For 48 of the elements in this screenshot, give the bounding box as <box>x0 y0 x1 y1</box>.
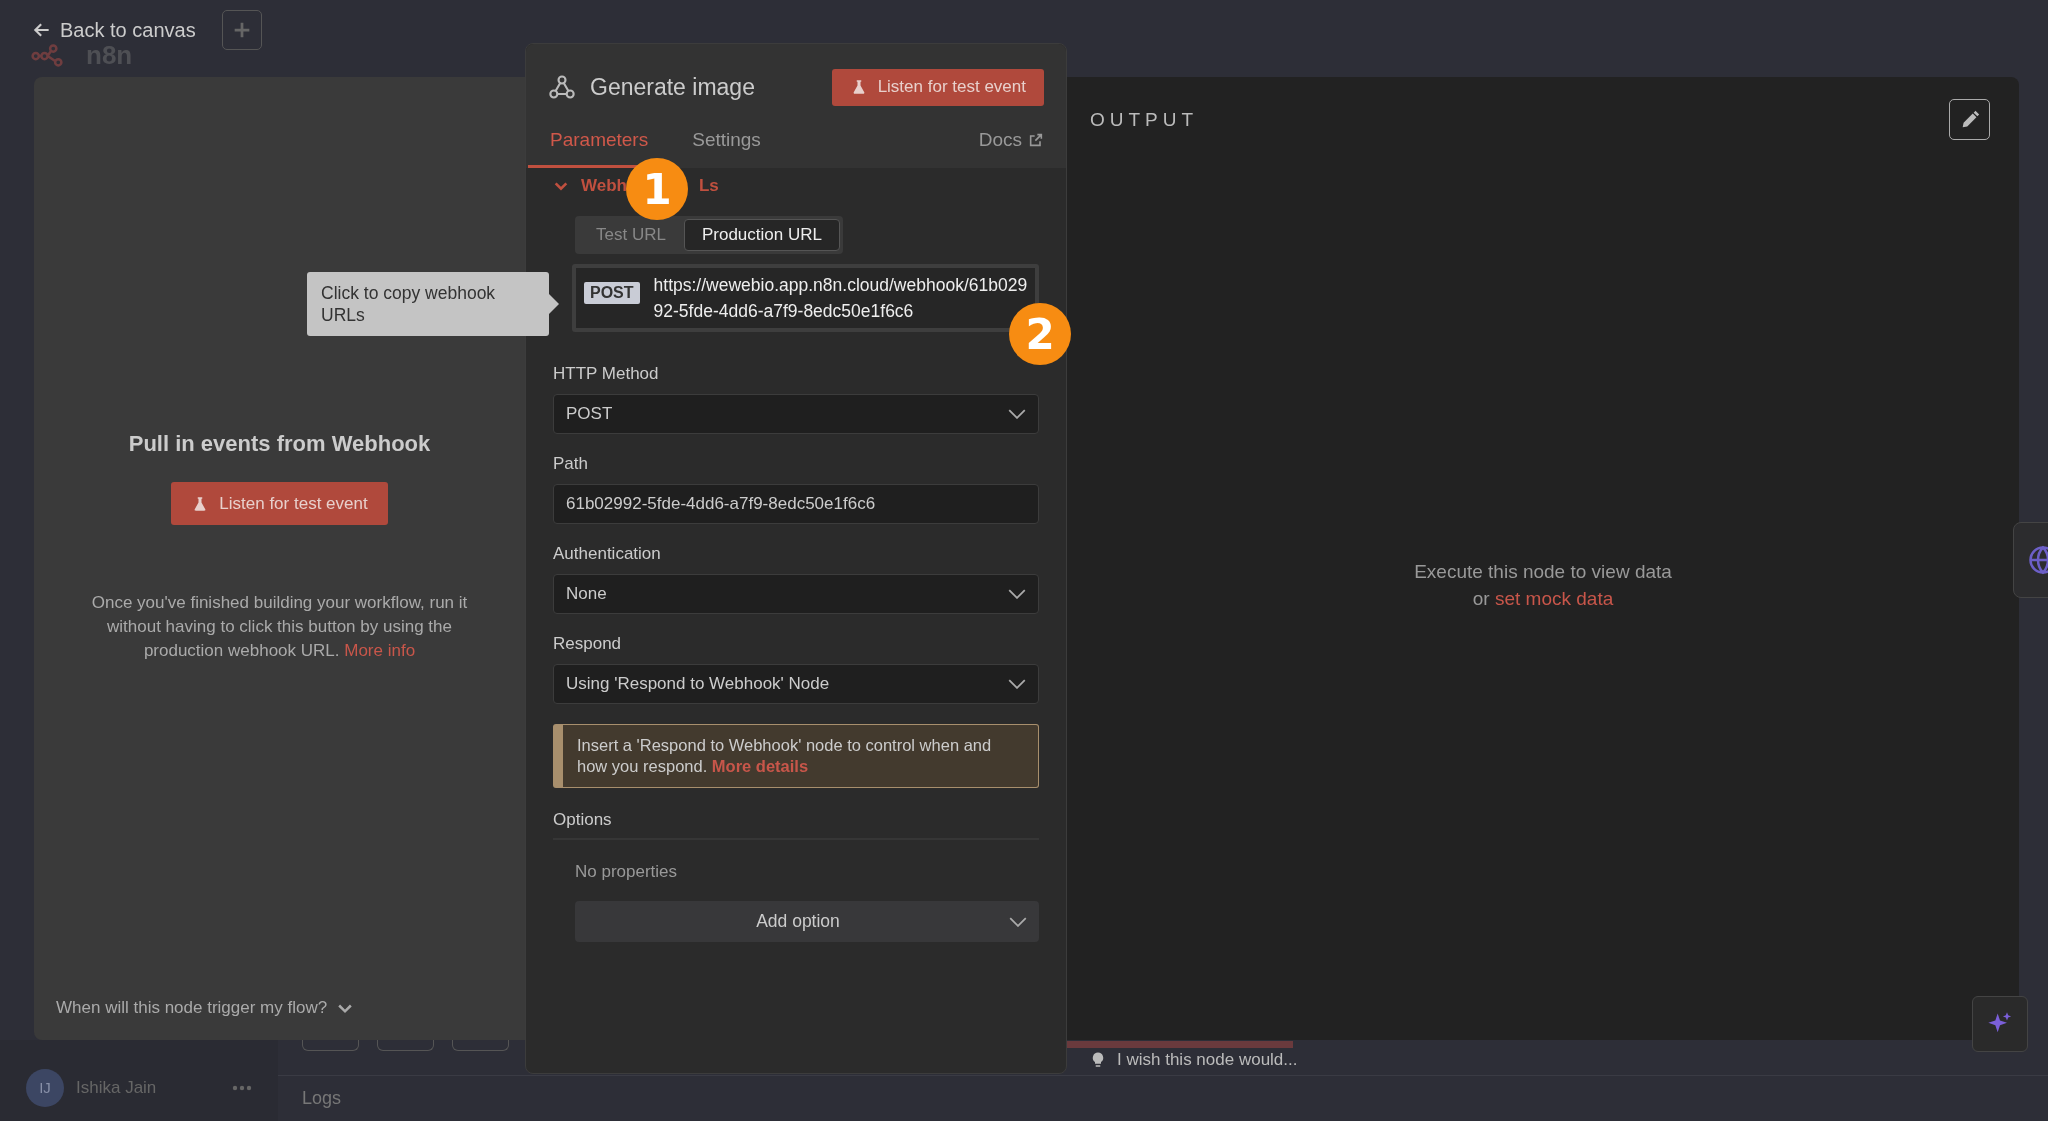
mock-data-prompt: or set mock data <box>1471 587 1615 611</box>
toggle-option[interactable]: Test URL <box>578 219 684 251</box>
toolbar-button[interactable] <box>377 1040 434 1051</box>
user-avatar[interactable]: IJ <box>26 1068 64 1107</box>
notice-text: Insert a 'Respond to Webhook' node to control when and how you respond. More details <box>553 724 1039 788</box>
toggle-option[interactable]: Production URL <box>683 219 840 251</box>
edit-button[interactable] <box>1949 99 1990 140</box>
input-field[interactable]: 61b02992-5fde-4dd6-a7f9-8edc50e1f6c6 <box>553 484 1039 524</box>
logs-label[interactable]: Logs <box>302 1088 342 1109</box>
chevron-down-icon <box>1008 679 1026 689</box>
listen-button[interactable]: Listen for test event <box>831 68 1044 106</box>
add-button[interactable] <box>221 10 262 50</box>
more-details-link[interactable]: More details <box>711 757 809 775</box>
options-heading: Options <box>553 810 1039 840</box>
add-option-button[interactable]: Add option <box>575 901 1039 942</box>
tooltip-pointer <box>549 294 559 314</box>
empty-text: No properties <box>575 862 679 882</box>
method-tag: POST <box>584 282 640 304</box>
tooltip: Click to copy webhook URLs <box>307 272 549 336</box>
more-info-link[interactable]: More info <box>344 641 416 660</box>
side-tab[interactable] <box>2013 522 2048 598</box>
chevron-down-icon <box>1009 916 1027 927</box>
field-label: Respond <box>553 634 623 654</box>
docs-link[interactable]: Docs <box>978 129 1044 168</box>
toolbar-button[interactable] <box>452 1040 509 1051</box>
node-title: Generate image <box>590 73 756 101</box>
panel-heading: Pull in events from Webhook <box>128 431 431 457</box>
field-label: Path <box>553 454 589 474</box>
feedback-prompt[interactable]: I wish this node would... <box>1117 1050 1298 1070</box>
external-link-icon <box>1028 132 1044 148</box>
field-label: Authentication <box>553 544 662 564</box>
hint-text: Once you've finished building your workflow, run it without having to click this button by using the production webhook URL. More info <box>90 592 469 662</box>
field-label: HTTP Method <box>553 364 660 384</box>
toolbar-button[interactable] <box>302 1040 359 1051</box>
webhook-icon <box>548 73 576 101</box>
back-button[interactable]: Back to canvas <box>32 18 196 42</box>
output-heading: OUTPUT <box>1090 109 1200 131</box>
listen-button[interactable]: Listen for test event <box>171 482 388 525</box>
chevron-down-icon <box>1008 589 1026 599</box>
chevron-down-icon <box>1008 409 1026 419</box>
select-field[interactable]: POST <box>553 394 1039 434</box>
user-name: Ishika Jain <box>76 1077 158 1098</box>
empty-message: Execute this node to view data <box>1413 560 1673 584</box>
ai-assistant-button[interactable] <box>1972 996 2028 1052</box>
select-field[interactable]: None <box>553 574 1039 614</box>
set-mock-data-link[interactable]: set mock data <box>1494 588 1614 609</box>
trigger-question-toggle[interactable]: When will this node trigger my flow? <box>56 998 356 1018</box>
select-field[interactable]: Using 'Respond to Webhook' Node <box>553 664 1039 704</box>
